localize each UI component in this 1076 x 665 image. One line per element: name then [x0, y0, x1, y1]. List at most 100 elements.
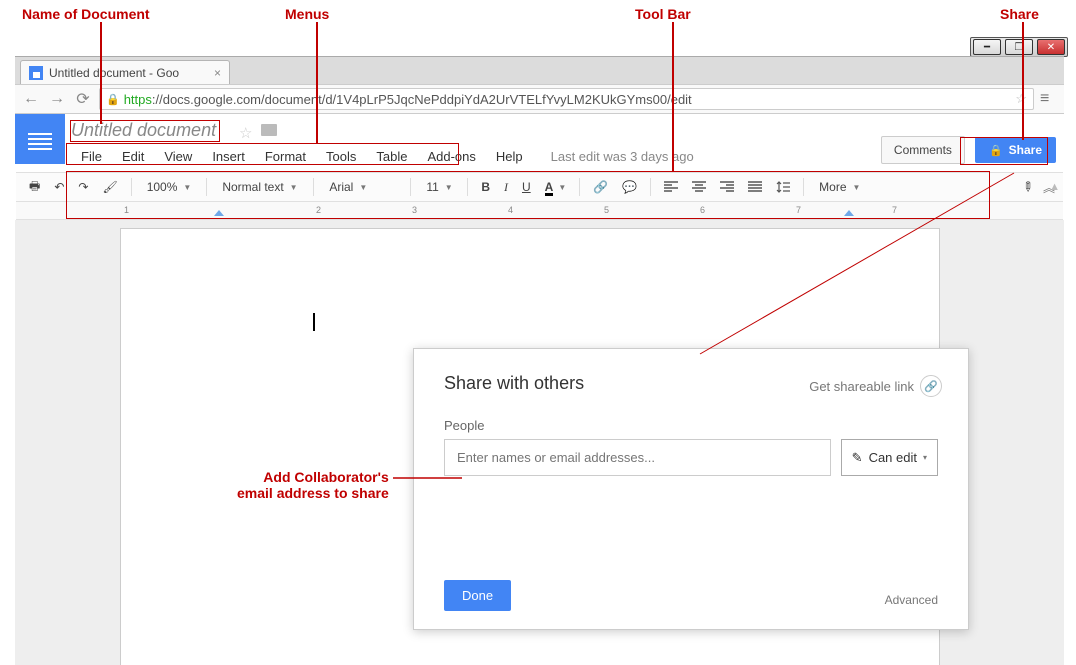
ruler-num: 6 — [700, 205, 705, 215]
browser-tab[interactable]: Untitled document - Goo × — [20, 60, 230, 85]
comments-button[interactable]: Comments — [881, 136, 965, 164]
editor-canvas: Share with others Get shareable link 🔗 P… — [15, 220, 1064, 665]
docs-logo-icon — [28, 138, 52, 140]
insert-comment-icon[interactable]: 💬 — [617, 177, 642, 197]
advanced-link[interactable]: Advanced — [885, 593, 938, 607]
menu-edit[interactable]: Edit — [112, 147, 154, 166]
indent-marker-left[interactable] — [214, 210, 224, 216]
ruler: 1 2 3 4 5 6 7 7 — [16, 202, 1063, 220]
bold-button[interactable]: B — [476, 177, 495, 197]
move-folder-icon[interactable] — [261, 124, 277, 136]
share-label: Share — [1009, 143, 1042, 157]
people-label: People — [444, 418, 938, 433]
scroll-up-icon[interactable]: ▲ — [1049, 181, 1060, 193]
align-right-icon[interactable] — [715, 177, 739, 197]
permission-dropdown[interactable]: ✎ Can edit ▾ — [841, 439, 938, 476]
caret-icon: ▼ — [445, 183, 453, 192]
menu-table[interactable]: Table — [366, 147, 417, 166]
document-title[interactable]: Untitled document — [71, 120, 216, 141]
permission-label: Can edit — [869, 450, 917, 465]
font-size-dropdown[interactable]: 11 ▼ — [419, 176, 459, 198]
caret-icon: ▾ — [923, 453, 927, 462]
ruler-num: 7 — [796, 205, 801, 215]
ruler-num: 2 — [316, 205, 321, 215]
last-edit-text: Last edit was 3 days ago — [533, 147, 704, 166]
window-close[interactable]: ✕ — [1037, 39, 1065, 55]
caret-icon: ▼ — [359, 183, 367, 192]
get-link-label: Get shareable link — [809, 379, 914, 394]
lock-icon: 🔒 — [106, 93, 120, 106]
menu-tools[interactable]: Tools — [316, 147, 366, 166]
formatting-toolbar: 🖶 ↶ ↷ 🖌 100%▼ Normal text▼ Arial▼ 11▼ B … — [16, 172, 1063, 202]
menu-bar: File Edit View Insert Format Tools Table… — [71, 146, 704, 166]
editing-mode-icon[interactable]: ✎ — [1018, 177, 1037, 196]
menu-insert[interactable]: Insert — [202, 147, 255, 166]
bookmark-star-icon[interactable]: ☆ — [1015, 91, 1027, 107]
caret-icon: ▼ — [183, 183, 191, 192]
docs-app: Untitled document ☆ File Edit View Inser… — [15, 114, 1064, 665]
browser-tabstrip: Untitled document - Goo × — [15, 56, 1064, 84]
get-shareable-link[interactable]: Get shareable link 🔗 — [809, 375, 942, 397]
reload-button[interactable]: ⟳ — [73, 89, 93, 109]
line-spacing-icon[interactable] — [771, 177, 795, 197]
italic-button[interactable]: I — [499, 177, 513, 198]
url-scheme: https — [124, 92, 152, 107]
browser-toolbar: ← → ⟳ 🔒 https://docs.google.com/document… — [15, 84, 1064, 114]
ruler-num: 4 — [508, 205, 513, 215]
share-button[interactable]: 🔒 Share — [975, 137, 1056, 163]
lock-icon: 🔒 — [989, 144, 1003, 157]
share-dialog: Share with others Get shareable link 🔗 P… — [413, 348, 969, 630]
text-color-a: A — [545, 180, 554, 194]
align-center-icon[interactable] — [687, 177, 711, 197]
align-justify-icon[interactable] — [743, 177, 767, 197]
window-restore[interactable]: ❐ — [1005, 39, 1033, 55]
link-icon: 🔗 — [920, 375, 942, 397]
ruler-num: 7 — [892, 205, 897, 215]
annotation-menus: Menus — [285, 6, 329, 22]
undo-icon[interactable]: ↶ — [49, 177, 69, 197]
more-label: More — [819, 180, 846, 194]
underline-button[interactable]: U — [517, 177, 536, 197]
annotation-doc-name: Name of Document — [22, 6, 150, 22]
style-value: Normal text — [222, 180, 283, 194]
paint-format-icon[interactable]: 🖌 — [97, 177, 122, 197]
tab-title: Untitled document - Goo — [49, 66, 179, 80]
more-dropdown[interactable]: More▼ — [812, 176, 867, 198]
url-path: ://docs.google.com/document/d/1V4pLrP5Jq… — [152, 92, 692, 107]
window-controls: ━ ❐ ✕ — [970, 37, 1068, 57]
zoom-dropdown[interactable]: 100%▼ — [140, 176, 199, 198]
browser-menu-icon[interactable]: ≡ — [1040, 90, 1058, 108]
pencil-icon: ✎ — [852, 450, 863, 466]
caret-icon: ▼ — [558, 183, 566, 192]
align-left-icon[interactable] — [659, 177, 683, 197]
ruler-num: 1 — [124, 205, 129, 215]
menu-format[interactable]: Format — [255, 147, 316, 166]
text-color-button[interactable]: A▼ — [540, 177, 572, 197]
comments-label: Comments — [894, 143, 952, 157]
insert-link-icon[interactable]: 🔗 — [588, 177, 613, 197]
docs-logo[interactable] — [15, 114, 65, 164]
redo-icon[interactable]: ↷ — [73, 177, 93, 197]
font-dropdown[interactable]: Arial ▼ — [322, 176, 402, 198]
back-button[interactable]: ← — [21, 90, 41, 108]
menu-help[interactable]: Help — [486, 147, 533, 166]
forward-button[interactable]: → — [47, 90, 67, 108]
ruler-num: 3 — [412, 205, 417, 215]
print-icon[interactable]: 🖶 — [24, 174, 45, 201]
share-email-input[interactable] — [444, 439, 831, 476]
paragraph-style-dropdown[interactable]: Normal text ▼ — [215, 176, 305, 198]
done-button[interactable]: Done — [444, 580, 511, 611]
menu-file[interactable]: File — [71, 147, 112, 166]
star-document-icon[interactable]: ☆ — [239, 124, 252, 142]
menu-addons[interactable]: Add-ons — [417, 147, 485, 166]
ruler-num: 5 — [604, 205, 609, 215]
menu-view[interactable]: View — [154, 147, 202, 166]
size-value: 11 — [426, 180, 438, 194]
caret-icon: ▼ — [290, 183, 298, 192]
annotation-share: Share — [1000, 6, 1039, 22]
address-bar[interactable]: 🔒 https://docs.google.com/document/d/1V4… — [99, 88, 1034, 110]
window-minimize[interactable]: ━ — [973, 39, 1001, 55]
tab-close-icon[interactable]: × — [214, 66, 221, 80]
font-value: Arial — [329, 180, 353, 194]
indent-marker-right[interactable] — [844, 210, 854, 216]
